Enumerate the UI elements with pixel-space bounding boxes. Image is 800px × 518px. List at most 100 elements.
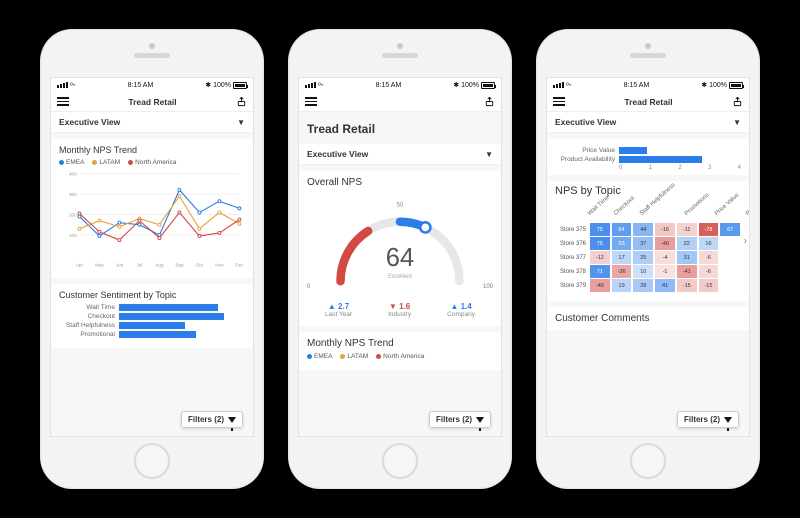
menu-button[interactable] <box>305 97 317 106</box>
battery-percent: 100% <box>213 82 231 89</box>
bluetooth-icon: ✱ <box>205 81 211 89</box>
metric: ▼ 1.6Industry <box>388 302 411 318</box>
navbar: Tread Retail <box>547 92 749 112</box>
signal-icon <box>305 82 316 88</box>
filters-label: Filters (2) <box>436 415 472 424</box>
heat-row[interactable]: Store 379-40192841-15-15 <box>555 279 741 292</box>
card-title: Monthly NPS Trend <box>59 145 245 155</box>
hbar-row[interactable]: Promotional <box>59 331 245 338</box>
filter-icon <box>724 417 732 423</box>
share-button[interactable] <box>236 96 247 107</box>
hbar-row[interactable]: Checkout <box>59 313 245 320</box>
hbar-row[interactable]: Price Value <box>555 147 741 154</box>
legend-item[interactable]: LATAM <box>92 159 120 166</box>
view-dropdown[interactable]: Executive View ▼ <box>51 112 253 133</box>
content-area: Tread Retail Executive View ▼ Overall NP… <box>299 112 501 436</box>
svg-text:Nov: Nov <box>215 263 224 268</box>
bluetooth-icon: ✱ <box>453 81 459 89</box>
dropdown-label: Executive View <box>307 149 368 159</box>
svg-text:May: May <box>95 263 104 268</box>
metric: ▲ 2.7Last Year <box>325 302 352 318</box>
svg-text:Oct: Oct <box>196 263 204 268</box>
legend-item[interactable]: EMEA <box>307 353 332 360</box>
heat-row[interactable]: Store 375756444-16-11-7867 <box>555 223 741 236</box>
line-chart[interactable]: 100200300400AprMayJunJulAugSepOctNovDec <box>59 168 245 270</box>
dropdown-label: Executive View <box>555 117 616 127</box>
svg-text:Jun: Jun <box>116 263 124 268</box>
top-bars: Price Value Product Availability <box>555 147 741 163</box>
battery-icon <box>481 82 495 89</box>
svg-text:400: 400 <box>69 171 77 176</box>
svg-text:Apr: Apr <box>76 263 84 268</box>
card-nps-trend-peek: Monthly NPS Trend EMEA LATAM North America <box>299 332 501 370</box>
share-button[interactable] <box>732 96 743 107</box>
heat-row[interactable]: Store 37871-3610-1-41-6 <box>555 265 741 278</box>
legend-item[interactable]: LATAM <box>340 353 368 360</box>
navbar <box>299 92 501 112</box>
gauge-min: 0 <box>307 284 310 290</box>
card-nps-trend: Monthly NPS Trend EMEA LATAM North America… <box>51 139 253 278</box>
gauge-max: 100 <box>483 284 493 290</box>
content-area: Executive View ▼ Price Value Product Avai… <box>547 112 749 436</box>
status-time: 8:15 AM <box>624 82 650 89</box>
wifi-icon: ⧜ <box>318 81 324 89</box>
legend-item[interactable]: North America <box>376 353 424 360</box>
metric: ▲ 1.4Company <box>447 302 475 318</box>
svg-text:64: 64 <box>386 244 414 272</box>
signal-icon <box>553 82 564 88</box>
filters-button[interactable]: Filters (2) <box>429 411 491 428</box>
filter-icon <box>228 417 236 423</box>
navbar: Tread Retail <box>51 92 253 112</box>
card-title: Customer Sentiment by Topic <box>59 290 245 300</box>
svg-text:Aug: Aug <box>155 263 164 268</box>
page-title: Tread Retail <box>128 97 176 107</box>
status-bar: ⧜ 8:15 AM ✱100% <box>299 78 501 92</box>
wifi-icon: ⧜ <box>566 81 572 89</box>
card-top-bars: Price Value Product Availability 01234 <box>547 139 749 175</box>
card-heatmap[interactable]: NPS by Topic Wait TimeCheckoutStaff Help… <box>547 181 749 301</box>
heat-row[interactable]: Store 376755337-402216 <box>555 237 741 250</box>
battery-percent: 100% <box>709 82 727 89</box>
card-comments-peek: Customer Comments <box>547 307 749 330</box>
view-dropdown[interactable]: Executive View ▼ <box>547 112 749 133</box>
chevron-down-icon: ▼ <box>237 118 245 127</box>
menu-button[interactable] <box>57 97 69 106</box>
hbar-row[interactable]: Wait Time <box>59 304 245 311</box>
hbar-row[interactable]: Staff Helpfulness <box>59 322 245 329</box>
dropdown-label: Executive View <box>59 117 120 127</box>
filters-button[interactable]: Filters (2) <box>677 411 739 428</box>
card-title: Monthly NPS Trend <box>307 338 493 349</box>
phone-2: ⧜ 8:15 AM ✱100% Tread Retail Executive V… <box>288 29 512 489</box>
top-bars-axis: 01234 <box>619 165 741 171</box>
chevron-down-icon: ▼ <box>733 118 741 127</box>
status-time: 8:15 AM <box>128 82 154 89</box>
heat-row[interactable]: Store 377-121725-431-6 <box>555 251 741 264</box>
svg-text:Jul: Jul <box>136 263 142 268</box>
svg-text:Excellent: Excellent <box>388 274 412 280</box>
sentiment-bars: Wait Time Checkout Staff Helpfulness Promot… <box>59 304 245 338</box>
menu-button[interactable] <box>553 97 565 106</box>
screen-3: ⧜ 8:15 AM ✱100% Tread Retail Executive V… <box>546 77 750 437</box>
screen-1: ⧜ 8:15 AM ✱ 100% Tread Retail Executive … <box>50 77 254 437</box>
battery-icon <box>729 82 743 89</box>
legend-item[interactable]: North America <box>128 159 176 166</box>
legend: EMEA LATAM North America <box>59 159 245 166</box>
signal-icon <box>57 82 68 88</box>
gauge-chart[interactable]: 5064Excellent <box>315 196 485 290</box>
heatmap[interactable]: Wait TimeCheckoutStaff HelpfulnessPromot… <box>555 211 741 292</box>
page-title: Tread Retail <box>624 97 672 107</box>
legend-item[interactable]: EMEA <box>59 159 84 166</box>
svg-text:100: 100 <box>69 233 77 238</box>
filters-label: Filters (2) <box>684 415 720 424</box>
hbar-row[interactable]: Product Availability <box>555 156 741 163</box>
chevron-right-icon[interactable]: › <box>744 236 747 247</box>
phone-1: ⧜ 8:15 AM ✱ 100% Tread Retail Executive … <box>40 29 264 489</box>
legend: EMEA LATAM North America <box>307 353 493 360</box>
svg-text:Dec: Dec <box>235 263 244 268</box>
content-area: Executive View ▼ Monthly NPS Trend EMEA L… <box>51 112 253 436</box>
share-button[interactable] <box>484 96 495 107</box>
screen-2: ⧜ 8:15 AM ✱100% Tread Retail Executive V… <box>298 77 502 437</box>
filters-button[interactable]: Filters (2) <box>181 411 243 428</box>
view-dropdown[interactable]: Executive View ▼ <box>299 144 501 165</box>
phone-3: ⧜ 8:15 AM ✱100% Tread Retail Executive V… <box>536 29 760 489</box>
